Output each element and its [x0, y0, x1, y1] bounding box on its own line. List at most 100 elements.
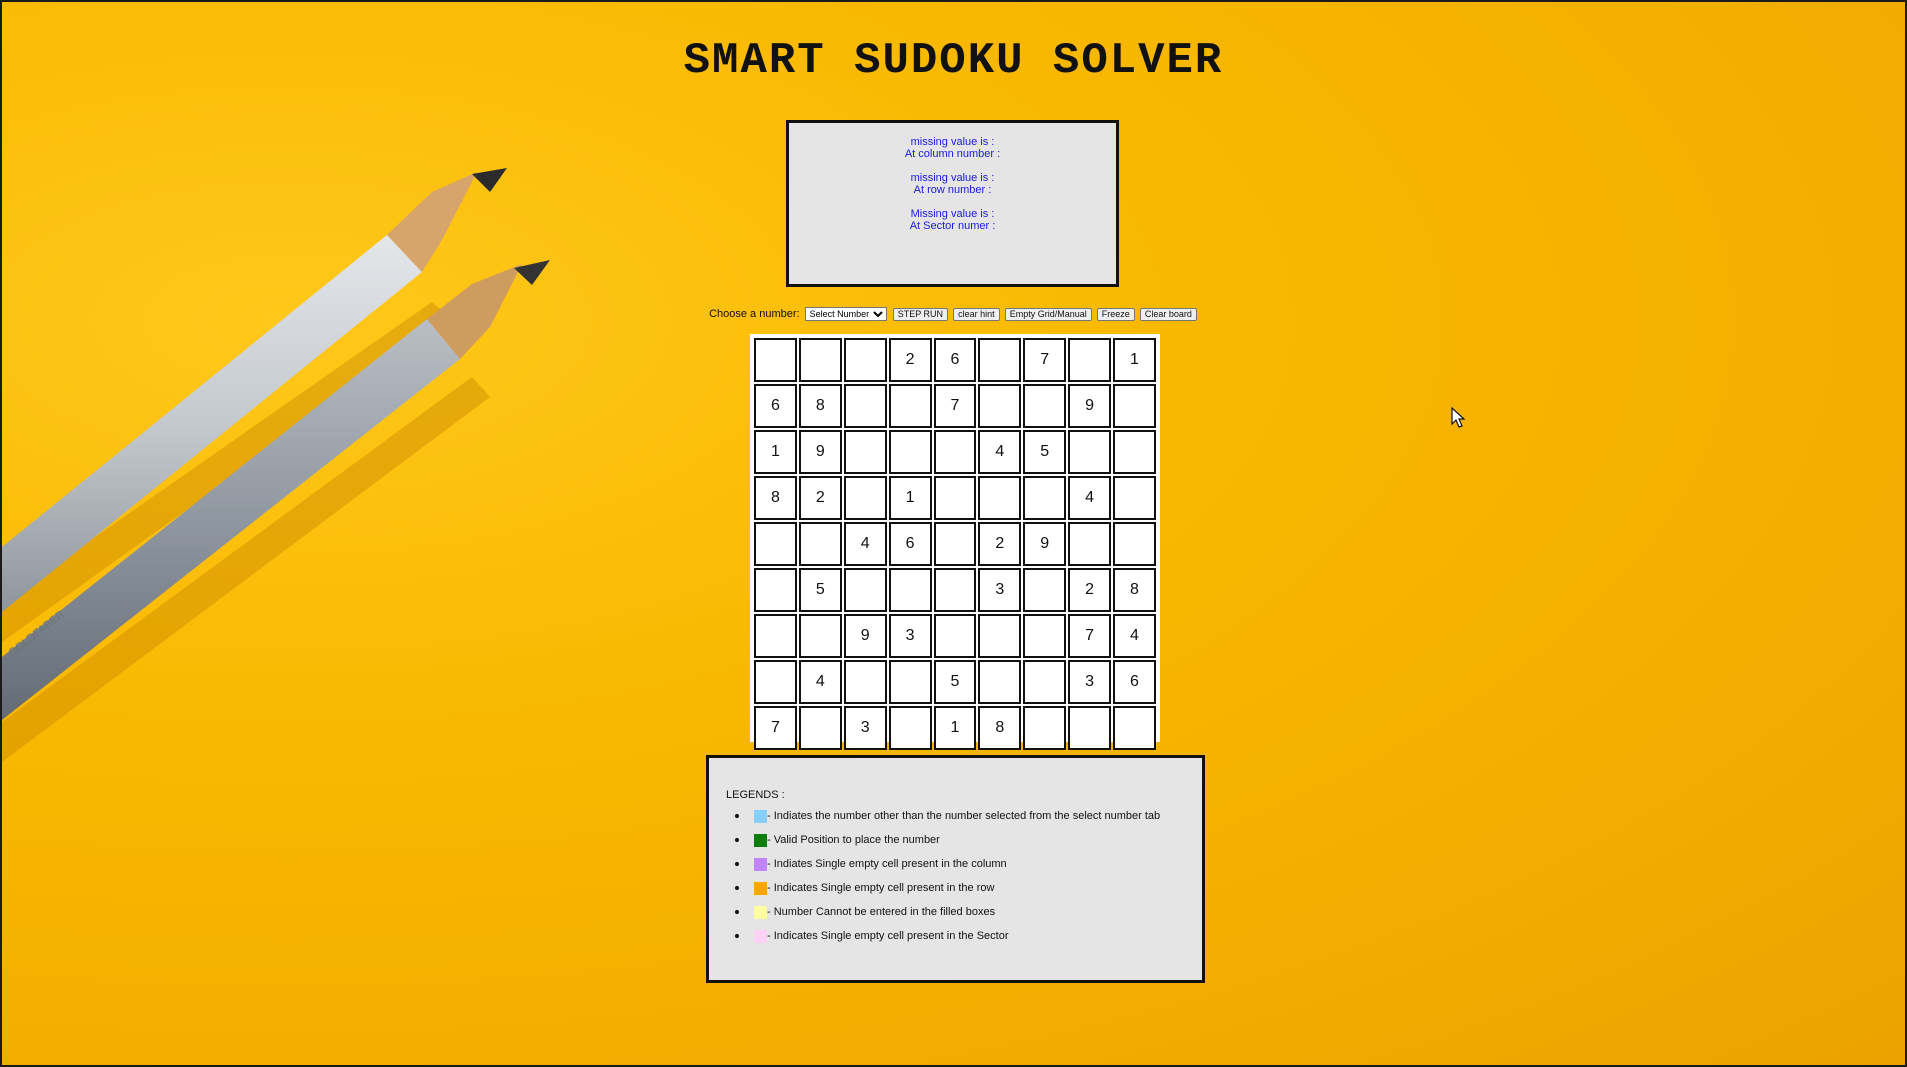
grid-cell[interactable]: [798, 614, 842, 658]
grid-cell[interactable]: 1: [1113, 338, 1156, 382]
grid-cell[interactable]: [1068, 430, 1111, 474]
legend-text: - Indicates Single empty cell present in…: [767, 882, 995, 895]
sudoku-grid: 267168791945821446295328937445367318: [752, 336, 1158, 752]
grid-cell[interactable]: [843, 338, 887, 382]
grid-cell[interactable]: [933, 476, 977, 520]
clear-board-button[interactable]: Clear board: [1139, 307, 1197, 321]
number-select[interactable]: Select Number: [804, 307, 887, 321]
grid-cell[interactable]: [978, 338, 1022, 382]
grid-cell[interactable]: 6: [754, 384, 797, 428]
grid-cell[interactable]: 6: [933, 338, 977, 382]
grid-cell[interactable]: [843, 476, 887, 520]
column-number-label: At column number :: [904, 148, 1001, 160]
grid-cell[interactable]: [798, 522, 842, 566]
grid-cell[interactable]: [933, 568, 977, 612]
grid-cell[interactable]: [978, 660, 1022, 704]
legend-text: - Indicates Single empty cell present in…: [767, 930, 1009, 943]
grid-cell[interactable]: 9: [843, 614, 887, 658]
grid-cell[interactable]: [888, 384, 932, 428]
empty-grid-manual-button[interactable]: Empty Grid/Manual: [1004, 307, 1092, 321]
grid-cell[interactable]: [1023, 660, 1067, 704]
grid-cell[interactable]: 6: [888, 522, 932, 566]
grid-cell[interactable]: [754, 522, 797, 566]
grid-cell[interactable]: 9: [1068, 384, 1111, 428]
grid-cell[interactable]: [933, 430, 977, 474]
grid-cell[interactable]: [843, 430, 887, 474]
grid-cell[interactable]: [978, 476, 1022, 520]
grid-cell[interactable]: [754, 338, 797, 382]
grid-cell[interactable]: 9: [798, 430, 842, 474]
grid-cell[interactable]: [843, 384, 887, 428]
grid-cell[interactable]: [1113, 384, 1156, 428]
grid-cell[interactable]: 1: [888, 476, 932, 520]
grid-cell[interactable]: 8: [978, 706, 1022, 750]
grid-cell[interactable]: [843, 660, 887, 704]
grid-cell[interactable]: 8: [798, 384, 842, 428]
grid-cell[interactable]: [933, 614, 977, 658]
grid-cell[interactable]: 8: [1113, 568, 1156, 612]
grid-cell[interactable]: [1068, 338, 1111, 382]
grid-cell[interactable]: [1113, 522, 1156, 566]
grid-cell[interactable]: 4: [978, 430, 1022, 474]
grid-cell[interactable]: 6: [1113, 660, 1156, 704]
grid-cell[interactable]: [798, 706, 842, 750]
grid-cell[interactable]: [933, 522, 977, 566]
grid-cell[interactable]: [1113, 706, 1156, 750]
grid-cell[interactable]: [978, 614, 1022, 658]
sudoku-board: 267168791945821446295328937445367318: [750, 334, 1160, 750]
grid-cell[interactable]: [754, 568, 797, 612]
legend-item: - Indiates the number other than the num…: [726, 809, 1160, 833]
grid-cell[interactable]: 7: [1068, 614, 1111, 658]
grid-cell[interactable]: 9: [1023, 522, 1067, 566]
grid-cell[interactable]: 7: [1023, 338, 1067, 382]
grid-cell[interactable]: 3: [978, 568, 1022, 612]
grid-cell[interactable]: 3: [1068, 660, 1111, 704]
grid-cell[interactable]: 5: [1023, 430, 1067, 474]
grid-cell[interactable]: [888, 430, 932, 474]
grid-cell[interactable]: 1: [754, 430, 797, 474]
grid-cell[interactable]: 4: [798, 660, 842, 704]
grid-cell[interactable]: [888, 660, 932, 704]
grid-cell[interactable]: 7: [933, 384, 977, 428]
grid-cell[interactable]: [754, 660, 797, 704]
grid-cell[interactable]: [1068, 706, 1111, 750]
grid-row: 1945: [754, 430, 1156, 474]
grid-cell[interactable]: 7: [754, 706, 797, 750]
grid-cell[interactable]: [754, 614, 797, 658]
sector-missing-value-label: Missing value is :: [910, 208, 995, 220]
grid-cell[interactable]: 2: [1068, 568, 1111, 612]
grid-cell[interactable]: [1113, 476, 1156, 520]
grid-cell[interactable]: 4: [1068, 476, 1111, 520]
grid-cell[interactable]: 4: [1113, 614, 1156, 658]
grid-cell[interactable]: [1068, 522, 1111, 566]
grid-cell[interactable]: 3: [843, 706, 887, 750]
grid-cell[interactable]: [798, 338, 842, 382]
clear-hint-button[interactable]: clear hint: [953, 307, 1000, 321]
grid-cell[interactable]: 5: [933, 660, 977, 704]
legend-list: - Indiates the number other than the num…: [726, 809, 1160, 953]
grid-cell[interactable]: [888, 706, 932, 750]
grid-cell[interactable]: 4: [843, 522, 887, 566]
grid-cell[interactable]: 2: [888, 338, 932, 382]
grid-cell[interactable]: 1: [933, 706, 977, 750]
grid-cell[interactable]: 2: [798, 476, 842, 520]
grid-cell[interactable]: [843, 568, 887, 612]
grid-cell[interactable]: [1113, 430, 1156, 474]
choose-number-label: Choose a number:: [709, 308, 800, 320]
legend-item: - Indicates Single empty cell present in…: [726, 929, 1160, 953]
grid-cell[interactable]: [1023, 476, 1067, 520]
grid-cell[interactable]: 3: [888, 614, 932, 658]
grid-cell[interactable]: [888, 568, 932, 612]
step-run-button[interactable]: STEP RUN: [892, 307, 949, 321]
grid-cell[interactable]: [1023, 384, 1067, 428]
grid-cell[interactable]: [1023, 614, 1067, 658]
grid-cell[interactable]: [978, 384, 1022, 428]
grid-cell[interactable]: [1023, 568, 1067, 612]
legend-item: - Valid Position to place the number: [726, 833, 1160, 857]
grid-cell[interactable]: 8: [754, 476, 797, 520]
grid-cell[interactable]: 2: [978, 522, 1022, 566]
grid-cell[interactable]: [1023, 706, 1067, 750]
column-hint: missing value is : At column number :: [789, 136, 1116, 160]
grid-cell[interactable]: 5: [798, 568, 842, 612]
freeze-button[interactable]: Freeze: [1096, 307, 1135, 321]
